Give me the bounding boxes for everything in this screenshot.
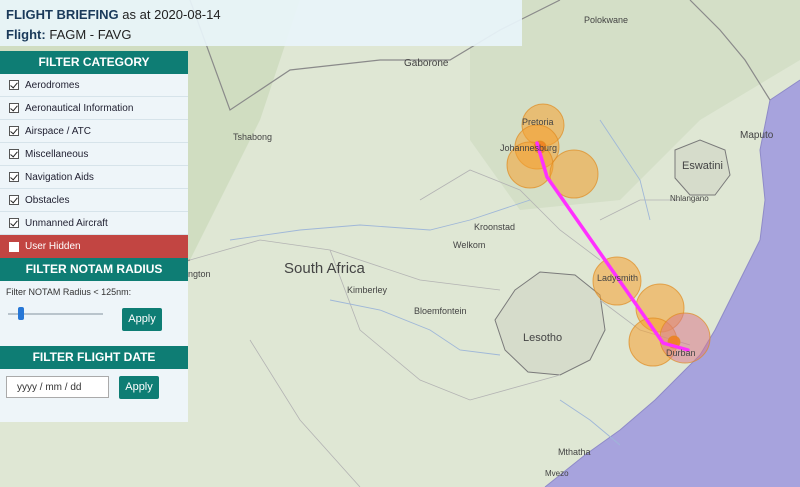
category-item-unmanned-aircraft[interactable]: Unmanned Aircraft bbox=[0, 212, 188, 235]
map-label-gaborone: Gaborone bbox=[404, 58, 449, 69]
category-label: Unmanned Aircraft bbox=[25, 217, 108, 229]
map-label-nhlangano: Nhlangano bbox=[670, 194, 709, 203]
map-label-welkom: Welkom bbox=[453, 240, 485, 250]
category-label: Miscellaneous bbox=[25, 148, 89, 160]
map-label-polokwane: Polokwane bbox=[584, 15, 628, 25]
map-label-upington: ngton bbox=[188, 269, 211, 279]
category-item-aeronautical-information[interactable]: Aeronautical Information bbox=[0, 97, 188, 120]
map-label-johannesburg: Johannesburg bbox=[500, 143, 557, 153]
filter-category-title: FILTER CATEGORY bbox=[0, 51, 188, 74]
map-label-tshabong: Tshabong bbox=[233, 132, 272, 142]
slider-handle[interactable] bbox=[17, 307, 24, 320]
map-label-durban: Durban bbox=[666, 348, 696, 358]
flight-date-input[interactable]: yyyy / mm / dd bbox=[6, 376, 109, 398]
map-label-mvezo: Mvezo bbox=[545, 469, 569, 478]
map-label-kroonstad: Kroonstad bbox=[474, 222, 515, 232]
date-apply-button[interactable]: Apply bbox=[119, 376, 159, 399]
map-label-lesotho: Lesotho bbox=[523, 332, 562, 344]
category-checkbox[interactable] bbox=[9, 103, 19, 113]
map-label-bloemfontein: Bloemfontein bbox=[414, 306, 467, 316]
category-checkbox[interactable] bbox=[9, 195, 19, 205]
filter-sidebar: FILTER CATEGORY Aerodromes Aeronautical I… bbox=[0, 51, 188, 422]
category-label: User Hidden bbox=[25, 241, 81, 252]
map-label-mthatha: Mthatha bbox=[558, 447, 591, 457]
briefing-title: FLIGHT BRIEFING as at 2020-08-14 bbox=[6, 7, 221, 22]
filter-date-title: FILTER FLIGHT DATE bbox=[0, 346, 188, 369]
filter-radius-title: FILTER NOTAM RADIUS bbox=[0, 258, 188, 281]
radius-panel: Filter NOTAM Radius < 125nm: Apply bbox=[0, 287, 188, 346]
map-label-ladysmith: Ladysmith bbox=[597, 273, 638, 283]
category-label: Airspace / ATC bbox=[25, 125, 91, 137]
category-item-navigation-aids[interactable]: Navigation Aids bbox=[0, 166, 188, 189]
category-checkbox[interactable] bbox=[9, 241, 19, 252]
category-item-obstacles[interactable]: Obstacles bbox=[0, 189, 188, 212]
category-checkbox[interactable] bbox=[9, 80, 19, 90]
map-label-south-africa: South Africa bbox=[284, 260, 366, 277]
map-label-kimberley: Kimberley bbox=[347, 285, 388, 295]
map-label-maputo: Maputo bbox=[740, 130, 774, 141]
category-item-aerodromes[interactable]: Aerodromes bbox=[0, 74, 188, 97]
category-label: Aeronautical Information bbox=[25, 102, 134, 114]
radius-label: Filter NOTAM Radius < 125nm: bbox=[6, 287, 132, 297]
radius-apply-button[interactable]: Apply bbox=[122, 308, 162, 331]
flight-label: Flight: bbox=[6, 27, 46, 42]
flight-briefing-header: FLIGHT BRIEFING as at 2020-08-14 Flight:… bbox=[0, 0, 522, 46]
category-label: Aerodromes bbox=[25, 79, 80, 91]
briefing-date: as at 2020-08-14 bbox=[122, 7, 221, 22]
date-panel: yyyy / mm / dd Apply bbox=[0, 369, 188, 411]
map-label-eswatini: Eswatini bbox=[682, 160, 723, 172]
category-checkbox[interactable] bbox=[9, 172, 19, 182]
category-list: Aerodromes Aeronautical Information Airspa… bbox=[0, 74, 188, 258]
category-label: Obstacles bbox=[25, 194, 70, 206]
category-item-airspace-atc[interactable]: Airspace / ATC bbox=[0, 120, 188, 143]
category-checkbox[interactable] bbox=[9, 149, 19, 159]
category-label: Navigation Aids bbox=[25, 171, 94, 183]
map-label-pretoria: Pretoria bbox=[522, 117, 554, 127]
category-item-miscellaneous[interactable]: Miscellaneous bbox=[0, 143, 188, 166]
flight-route-text: FAGM - FAVG bbox=[49, 27, 132, 42]
category-checkbox[interactable] bbox=[9, 126, 19, 136]
briefing-label: FLIGHT BRIEFING bbox=[6, 7, 119, 22]
category-item-user-hidden[interactable]: User Hidden bbox=[0, 235, 188, 258]
flight-info: Flight: FAGM - FAVG bbox=[6, 27, 131, 42]
category-checkbox[interactable] bbox=[9, 218, 19, 228]
